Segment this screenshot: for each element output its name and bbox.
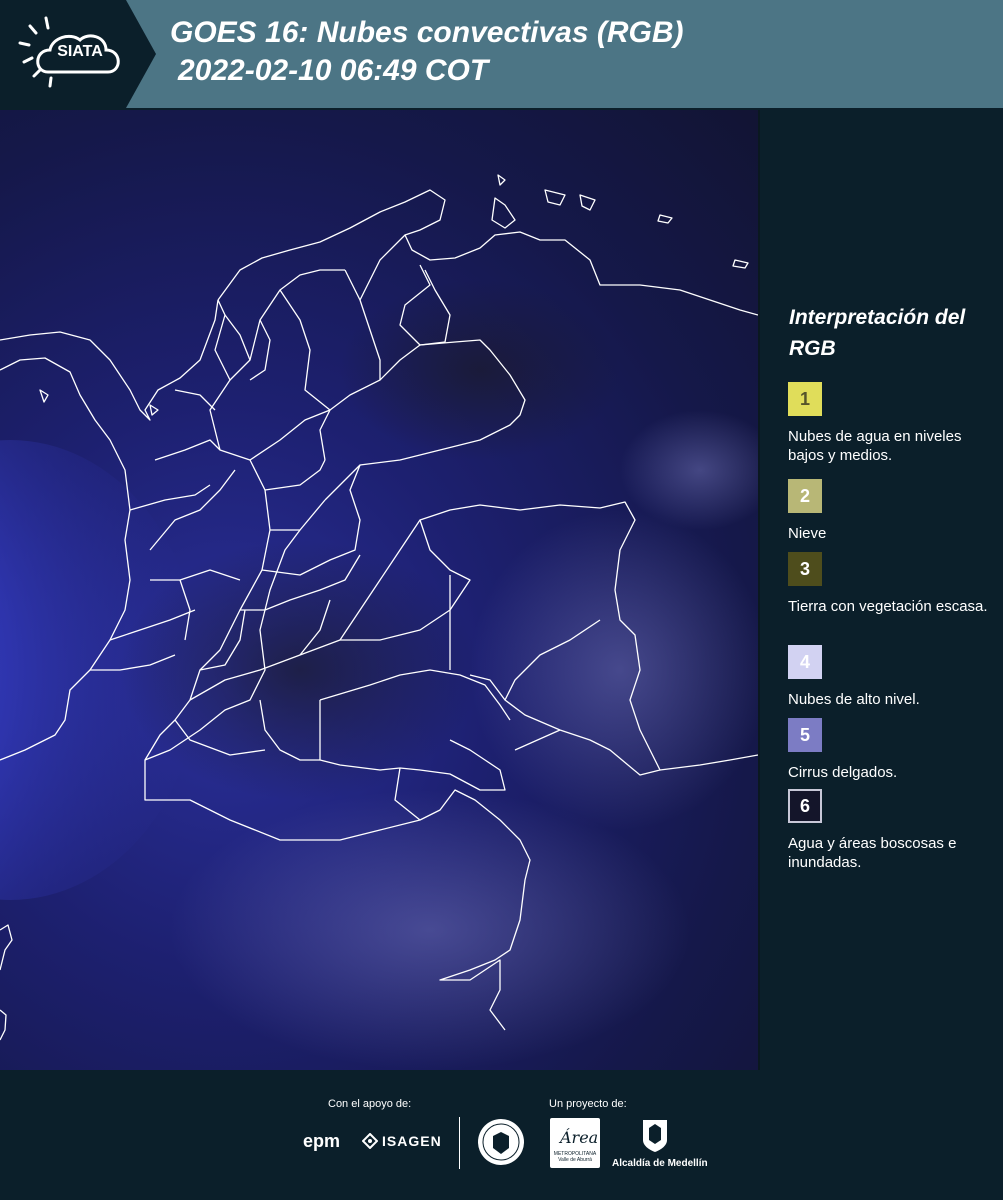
legend-item-4: 4 Nubes de alto nivel. xyxy=(788,645,988,709)
legend-item-1: 1 Nubes de agua en niveles bajos y medio… xyxy=(788,382,988,465)
legend-label-1: Nubes de agua en niveles bajos y medios. xyxy=(788,428,962,464)
legend-swatch-6: 6 xyxy=(788,789,822,823)
page-timestamp: 2022-02-10 06:49 COT xyxy=(178,54,489,87)
legend-swatch-1: 1 xyxy=(788,382,822,416)
dark-land-region xyxy=(120,540,480,800)
page-title: GOES 16: Nubes convectivas (RGB) xyxy=(170,16,684,49)
alcaldia-label: Alcaldía de Medellín xyxy=(612,1158,708,1169)
legend-panel: Interpretación del RGB 1 Nubes de agua e… xyxy=(760,110,1003,1070)
legend-label-4: Nubes de alto nivel. xyxy=(788,691,920,708)
isagen-text: ISAGEN xyxy=(382,1133,442,1149)
satellite-map xyxy=(0,110,760,1070)
legend-label-2: Nieve xyxy=(788,525,827,542)
legend-swatch-4: 4 xyxy=(788,645,822,679)
map-canvas xyxy=(0,174,758,1070)
siata-logo: SIATA xyxy=(0,0,158,108)
legend-item-2: 2 Nieve xyxy=(788,479,988,543)
legend-item-6: 6 Agua y áreas boscosas e inundadas. xyxy=(788,789,988,872)
legend-title: Interpretación del RGB xyxy=(789,306,966,360)
logo-text: SIATA xyxy=(57,43,103,60)
legend-item-3: 3 Tierra con vegetación escasa. xyxy=(788,552,988,616)
isagen-mark-icon xyxy=(362,1133,378,1149)
header: SIATA GOES 16: Nubes convectivas (RGB) 2… xyxy=(0,0,1003,108)
footer: Con el apoyo de: Un proyecto de: epm ISA… xyxy=(0,1070,1003,1200)
project-label: Un proyecto de: xyxy=(549,1098,627,1110)
area-metropolitana-logo: Área METROPOLITANA Valle de Aburrá xyxy=(550,1118,600,1168)
legend-label-6: Agua y áreas boscosas e inundadas. xyxy=(788,835,957,871)
legend-item-5: 5 Cirrus delgados. xyxy=(788,718,988,782)
support-label: Con el apoyo de: xyxy=(328,1098,412,1110)
legend-label-3: Tierra con vegetación escasa. xyxy=(788,598,988,615)
legend-swatch-2: 2 xyxy=(788,479,822,513)
legend-label-5: Cirrus delgados. xyxy=(788,764,898,781)
legend-swatch-3: 3 xyxy=(788,552,822,586)
dark-region-north xyxy=(340,280,620,460)
area-word: Área xyxy=(560,1128,599,1147)
isagen-logo: ISAGEN xyxy=(362,1133,442,1149)
haze-region-east xyxy=(470,510,758,830)
area-sub: METROPOLITANA Valle de Aburrá xyxy=(553,1151,597,1163)
epm-logo: epm xyxy=(303,1131,341,1151)
legend-swatch-5: 5 xyxy=(788,718,822,752)
medellin-seal-icon xyxy=(478,1119,524,1165)
alcaldia-shield-icon xyxy=(643,1120,667,1152)
haze-region-south xyxy=(170,790,690,1070)
footer-divider xyxy=(459,1117,460,1169)
